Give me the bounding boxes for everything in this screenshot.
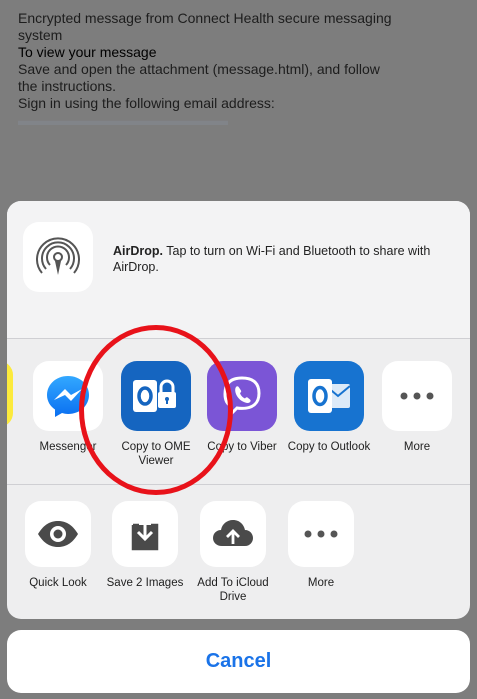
app-label: Copy to Viber (207, 441, 277, 453)
action-label: More (307, 577, 335, 589)
airdrop-title: AirDrop. (113, 244, 163, 258)
email-line: the instructions. (18, 78, 117, 94)
airdrop-section[interactable]: AirDrop. Tap to turn on Wi-Fi and Blueto… (7, 201, 470, 338)
app-more[interactable]: More (375, 361, 459, 454)
email-line: Encrypted message from Connect Health se… (18, 10, 392, 26)
redacted-email-address: ▬▬▬▬▬▬▬▬▬▬▬▬▬▬▬ (18, 112, 228, 128)
app-ome-viewer[interactable]: Copy to OME Viewer (114, 361, 198, 468)
app-label: Messenger (39, 441, 97, 453)
actions-row: Quick Look Save 2 Images Add To iCloud D… (7, 501, 470, 619)
partial-app-icon[interactable] (7, 361, 13, 427)
email-line: Sign in using the following email addres… (18, 95, 275, 111)
outlook-icon[interactable] (294, 361, 364, 431)
more-icon[interactable] (382, 361, 452, 431)
background-email-text: Encrypted message from Connect Health se… (18, 10, 458, 129)
email-line: Save and open the attachment (message.ht… (18, 61, 380, 77)
divider (7, 338, 470, 339)
action-label: Save 2 Images (106, 577, 184, 589)
email-line: system (18, 27, 63, 43)
app-label: Copy to Outlook (287, 441, 371, 453)
email-heading: To view your message (18, 44, 157, 60)
action-icloud-drive[interactable]: Add To iCloud Drive (191, 501, 275, 604)
app-label: More (403, 441, 431, 453)
action-label: Quick Look (29, 577, 87, 589)
icloud-upload-icon[interactable] (200, 501, 266, 567)
divider (7, 484, 470, 485)
app-label: Copy to OME Viewer (121, 441, 191, 467)
more-icon[interactable] (288, 501, 354, 567)
airdrop-description: AirDrop. Tap to turn on Wi-Fi and Blueto… (113, 243, 453, 275)
action-more[interactable]: More (279, 501, 363, 590)
action-save-images[interactable]: Save 2 Images (103, 501, 187, 590)
viber-icon[interactable] (207, 361, 277, 431)
ome-viewer-icon[interactable] (121, 361, 191, 431)
save-images-icon[interactable] (112, 501, 178, 567)
eye-icon[interactable] (25, 501, 91, 567)
messenger-icon[interactable] (33, 361, 103, 431)
action-quick-look[interactable]: Quick Look (16, 501, 100, 590)
app-messenger[interactable]: Messenger (26, 361, 110, 454)
action-label: Add To iCloud Drive (197, 577, 269, 603)
share-sheet: AirDrop. Tap to turn on Wi-Fi and Blueto… (7, 201, 470, 619)
airdrop-icon[interactable] (23, 222, 93, 292)
apps-row: t Messenger (7, 361, 470, 491)
cancel-button[interactable]: Cancel (7, 630, 470, 693)
app-outlook[interactable]: Copy to Outlook (287, 361, 371, 454)
app-viber[interactable]: Copy to Viber (200, 361, 284, 454)
